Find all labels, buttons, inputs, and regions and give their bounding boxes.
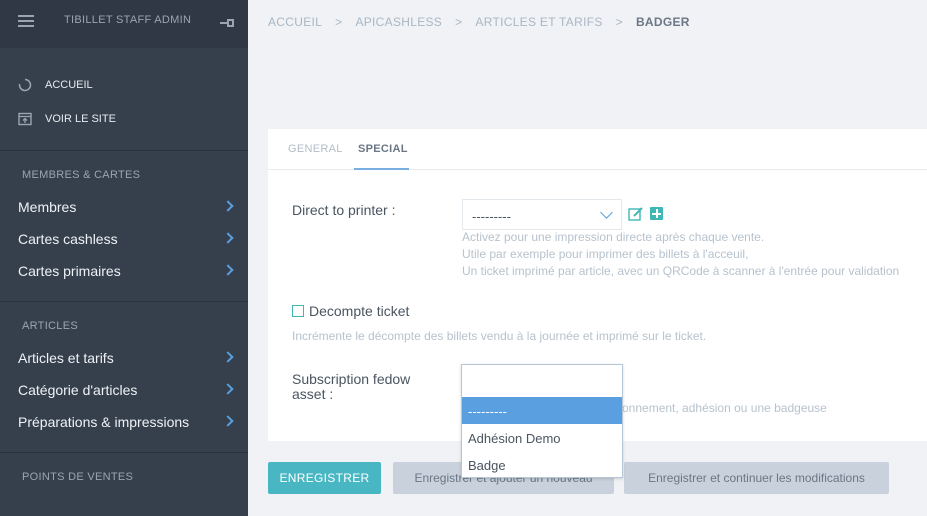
breadcrumb-accueil[interactable]: ACCUEIL [268,15,322,29]
breadcrumb-articles-et-tarifs[interactable]: ARTICLES ET TARIFS [475,15,602,29]
chevron-right-icon [222,351,234,363]
edit-icon[interactable] [628,206,644,222]
add-icon[interactable] [650,207,663,220]
sidebar-item-membres[interactable]: Membres [0,191,248,223]
chevron-right-icon [222,383,234,395]
decompte-ticket-help: Incrémente le décompte des billets vendu… [292,329,707,343]
breadcrumb: ACCUEIL > APICASHLESS > ARTICLES ET TARI… [268,15,690,29]
sidebar-item-label: Préparations & impressions [18,414,190,430]
breadcrumb-separator-icon: > [615,15,623,29]
sidebar-item-cartes-cashless[interactable]: Cartes cashless [0,223,248,255]
dropdown-option[interactable]: --------- [462,397,622,424]
chevron-right-icon [222,232,234,244]
sidebar-item-label: Cartes cashless [18,231,118,247]
sidebar: TIBILLET STAFF ADMIN ACCUEIL VOIR LE SIT… [0,0,248,516]
direct-printer-select[interactable]: --------- [462,199,622,230]
chevron-right-icon [222,415,234,427]
sidebar-item-articles-et-tarifs[interactable]: Articles et tarifs [0,342,248,374]
sidebar-item-label: Catégorie d'articles [18,382,138,398]
dropdown-search-field[interactable] [462,365,622,397]
decompte-ticket-checkbox[interactable] [292,305,304,317]
sidebar-link-label: VOIR LE SITE [45,113,116,125]
sidebar-item-label: Membres [18,199,77,215]
chevron-down-icon [600,206,613,219]
sidebar-item-label: Articles et tarifs [18,350,114,366]
active-tab-indicator [354,168,409,170]
pin-icon[interactable] [218,14,236,32]
breadcrumb-current: BADGER [635,15,690,29]
dropdown-option[interactable]: Adhésion Demo [462,424,622,451]
dropdown-option[interactable]: Badge [462,451,622,478]
breadcrumb-separator-icon: > [335,15,343,29]
sidebar-link-voir-le-site[interactable]: VOIR LE SITE [0,102,248,136]
sidebar-section-articles: ARTICLES Articles et tarifs Catégorie d'… [0,302,248,453]
menu-icon[interactable] [18,15,34,29]
tab-bar: GENERAL SPECIAL [268,129,927,170]
decompte-ticket-label: Decompte ticket [309,303,410,319]
sidebar-section-points-de-ventes: POINTS DE VENTES [0,453,248,507]
help-line: Un ticket imprimé par article, avec un Q… [462,264,900,278]
subscription-label-line: Subscription fedow [292,371,411,387]
breadcrumb-apicashless[interactable]: APICASHLESS [355,15,442,29]
breadcrumb-separator-icon: > [455,15,463,29]
subscription-label: Subscription fedow asset : [292,372,410,402]
sidebar-header: TIBILLET STAFF ADMIN [0,0,248,48]
sidebar-quick-links: ACCUEIL VOIR LE SITE [0,48,248,151]
tab-special[interactable]: SPECIAL [358,143,408,155]
subscription-label-line: asset : [292,386,334,402]
refresh-icon [18,78,32,92]
save-button[interactable]: ENREGISTRER [268,462,381,494]
tab-general[interactable]: GENERAL [288,143,343,155]
direct-printer-help: Activez pour une impression directe aprè… [462,229,899,280]
subscription-dropdown[interactable]: --------- Adhésion Demo Badge [461,364,623,478]
sidebar-link-accueil[interactable]: ACCUEIL [0,68,248,102]
chevron-right-icon [222,200,234,212]
sidebar-section-title: POINTS DE VENTES [22,471,134,483]
sidebar-item-cartes-primaires[interactable]: Cartes primaires [0,255,248,287]
direct-printer-value: --------- [472,209,511,224]
save-and-continue-button[interactable]: Enregistrer et continuer les modificatio… [624,462,889,494]
sidebar-item-preparations-impressions[interactable]: Préparations & impressions [0,406,248,438]
app-title: TIBILLET STAFF ADMIN [64,14,192,26]
help-line: Utile par exemple pour imprimer des bill… [462,247,749,261]
sidebar-section-title: MEMBRES & CARTES [22,169,141,181]
sidebar-link-label: ACCUEIL [45,79,93,91]
external-site-icon [18,112,32,126]
help-line: Activez pour une impression directe aprè… [462,230,765,244]
subscription-help: onnement, adhésion ou une badgeuse [622,401,827,415]
sidebar-section-membres: MEMBRES & CARTES Membres Cartes cashless… [0,151,248,302]
sidebar-section-title: ARTICLES [22,320,78,332]
direct-printer-label: Direct to printer : [292,202,396,218]
chevron-right-icon [222,264,234,276]
sidebar-item-label: Cartes primaires [18,263,121,279]
sidebar-item-categorie-articles[interactable]: Catégorie d'articles [0,374,248,406]
